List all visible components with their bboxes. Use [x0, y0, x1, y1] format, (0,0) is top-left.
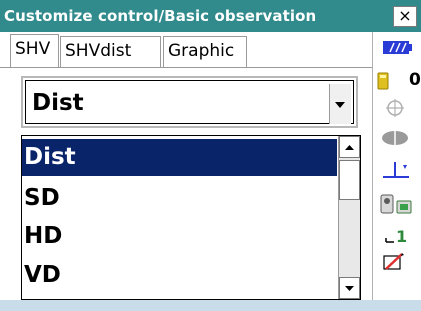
observation-combo[interactable]: Dist — [21, 76, 358, 128]
close-button[interactable]: × — [393, 6, 417, 27]
list-item-dist[interactable]: Dist — [22, 139, 337, 176]
combo-value: Dist — [32, 90, 84, 116]
chevron-down-icon — [345, 286, 354, 291]
status-sidebar: 0 1 — [372, 32, 421, 300]
memory-count: 0 — [409, 70, 421, 90]
list-item-vd[interactable]: VD — [22, 257, 337, 294]
list-item-hd[interactable]: HD — [22, 218, 337, 255]
bottom-status-bar — [0, 300, 421, 311]
battery-icon — [373, 38, 421, 58]
combo-field[interactable]: Dist — [25, 80, 354, 124]
combo-dropdown-button[interactable] — [329, 84, 351, 124]
edit-pencil-icon — [373, 250, 421, 274]
scroll-thumb[interactable] — [339, 160, 360, 200]
crosshair-target-icon — [373, 96, 421, 120]
chevron-up-icon — [345, 145, 354, 150]
scroll-up-button[interactable] — [339, 136, 360, 158]
ground-target-icon — [373, 157, 421, 183]
bluetooth-device-icon — [373, 192, 421, 218]
chevron-down-icon — [335, 102, 345, 108]
title-bar: Customize control/Basic observation × — [0, 0, 421, 32]
laser-ellipse-icon — [373, 128, 421, 148]
dropdown-list[interactable]: Dist SD HD VD — [21, 135, 361, 300]
tab-shvdist[interactable]: SHVdist — [60, 36, 161, 67]
face-indicator-label: 1 — [396, 227, 407, 246]
list-item-sd[interactable]: SD — [22, 180, 337, 217]
face-1-indicator-icon: 1 — [373, 222, 421, 248]
tab-shv[interactable]: SHV — [10, 34, 59, 68]
window-title: Customize control/Basic observation — [4, 7, 317, 25]
tab-graphic[interactable]: Graphic — [163, 36, 247, 67]
tab-divider — [0, 67, 372, 68]
list-scrollbar[interactable] — [338, 136, 360, 299]
scroll-down-button[interactable] — [339, 277, 360, 299]
